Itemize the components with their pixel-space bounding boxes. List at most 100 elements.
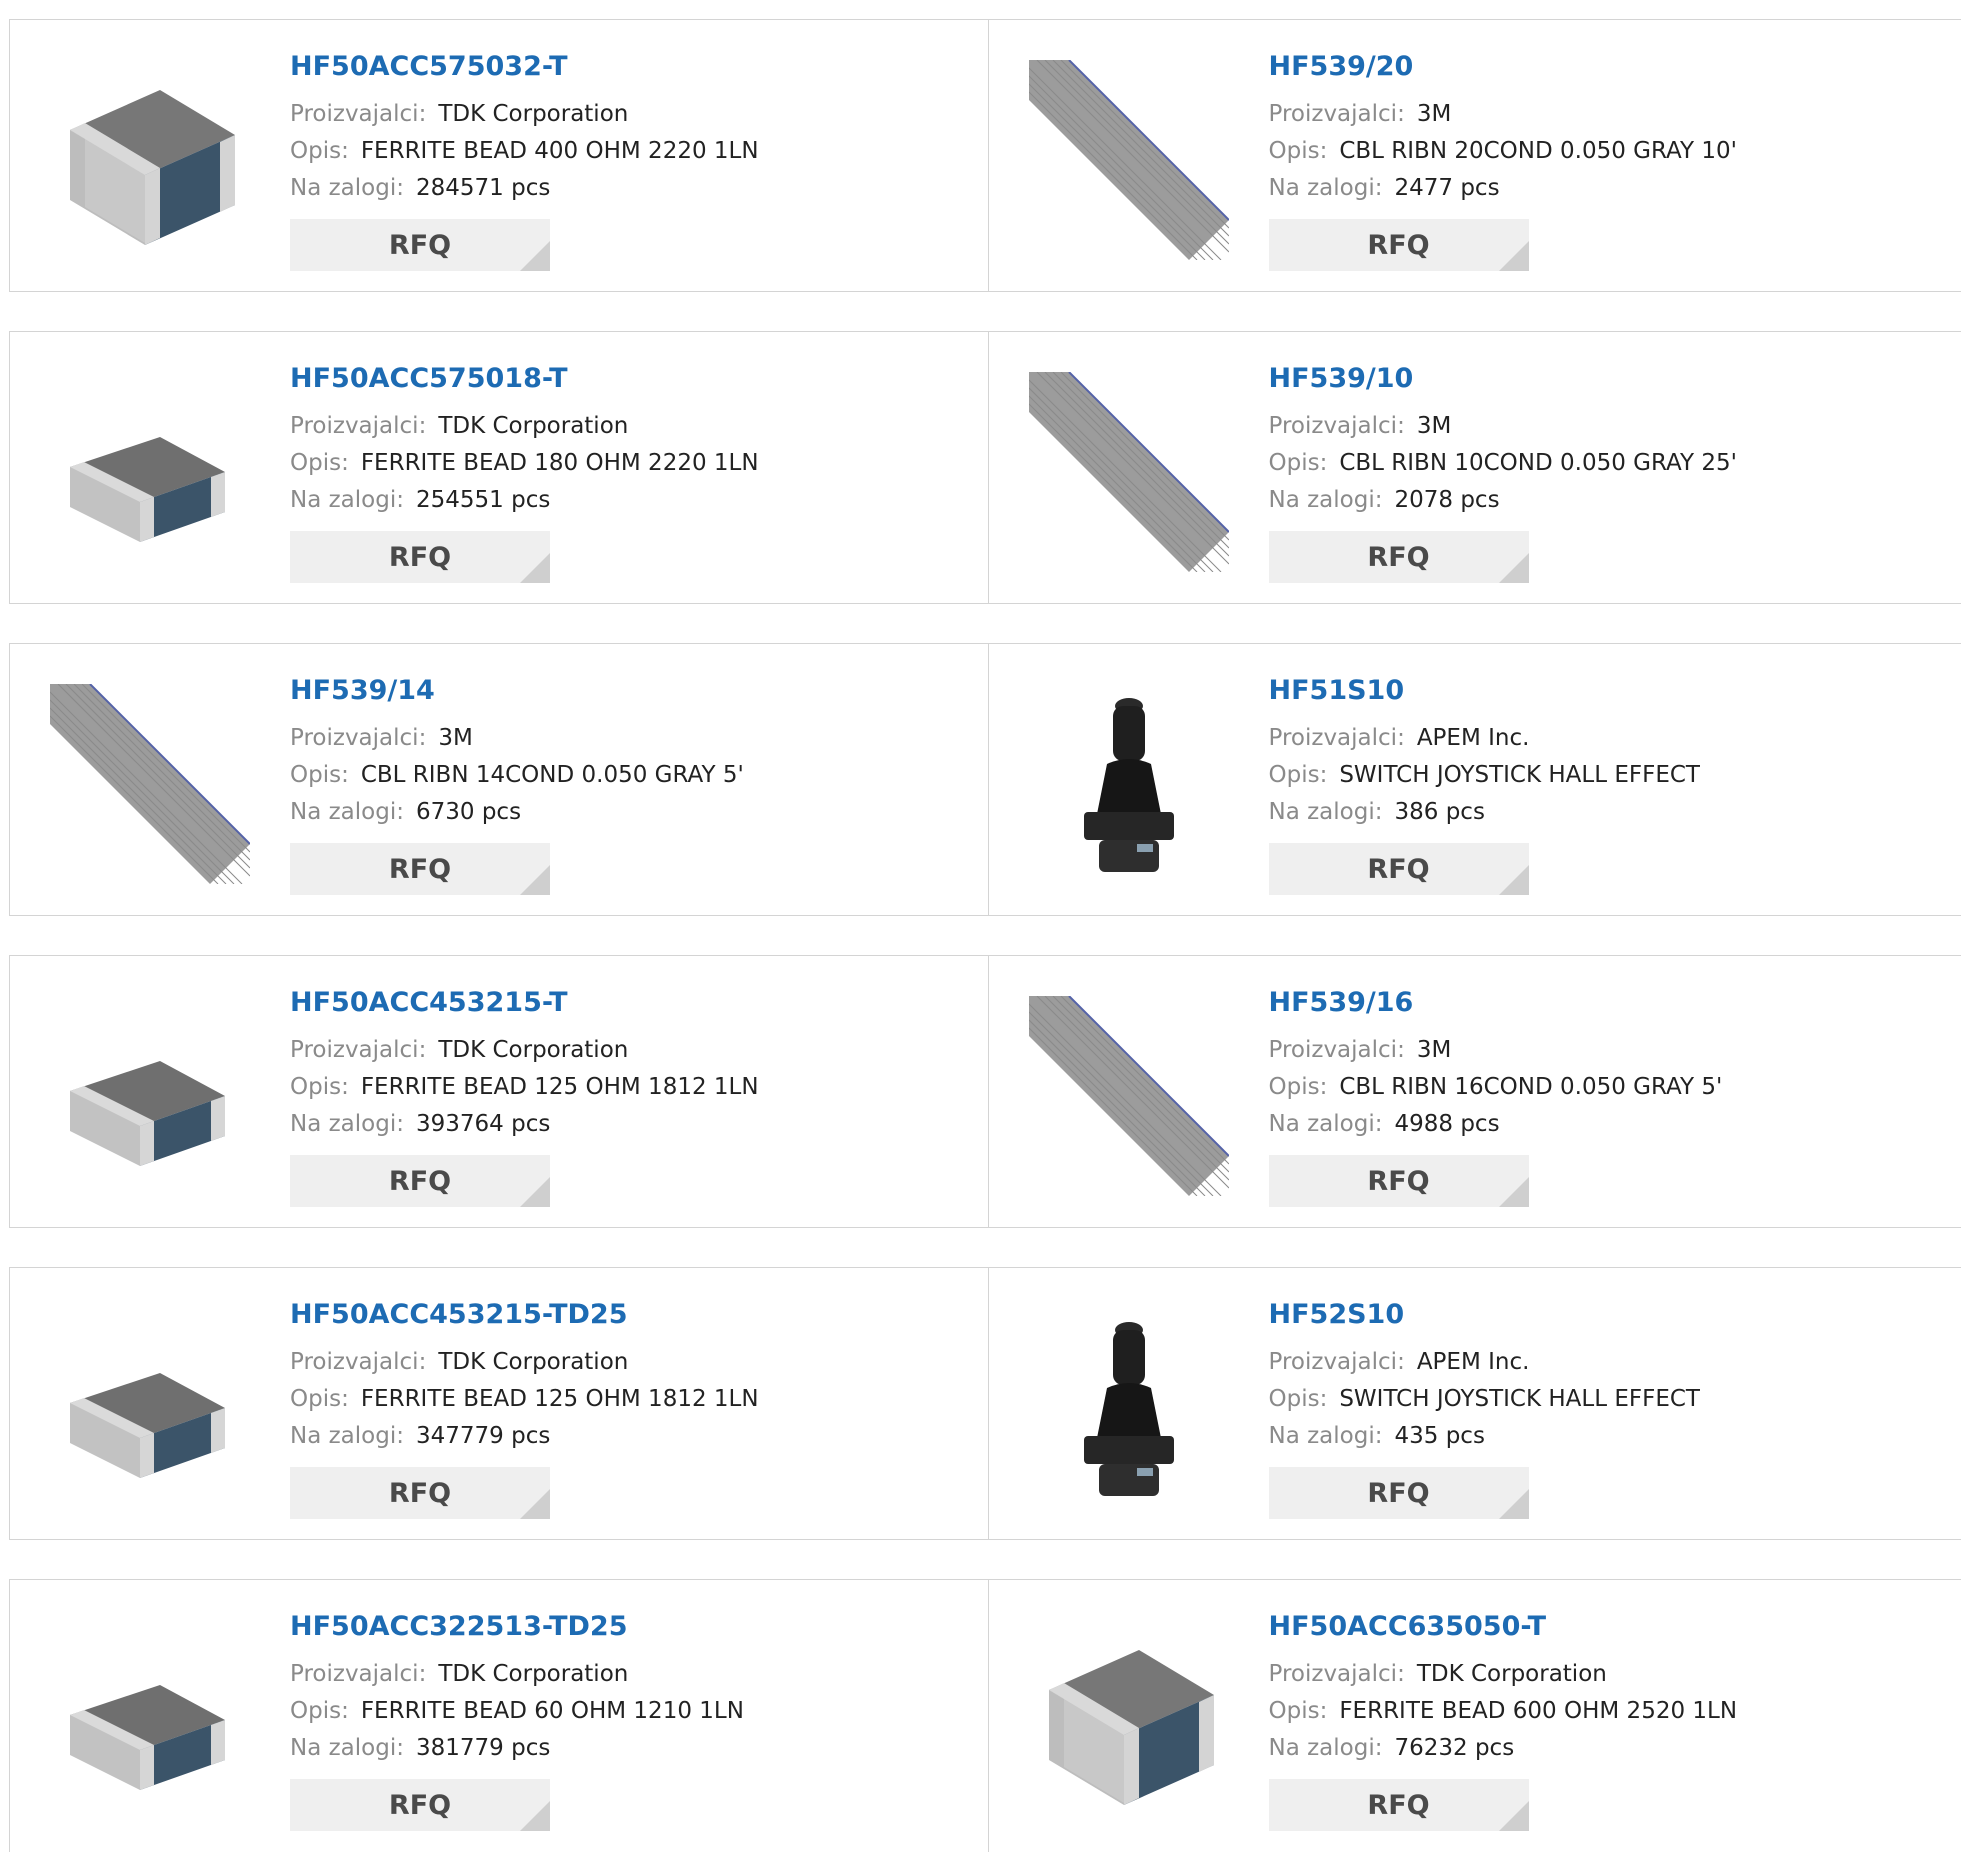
product-card: HF50ACC575018-T Proizvajalci:TDK Corpora… <box>10 332 988 603</box>
corner-triangle-icon <box>1499 241 1529 271</box>
stock-line: Na zalogi:347779 pcs <box>290 1418 759 1455</box>
description-value: FERRITE BEAD 600 OHM 2520 1LN <box>1339 1698 1737 1724</box>
description-label: Opis: <box>290 138 349 164</box>
product-title-link[interactable]: HF50ACC635050-T <box>1269 1608 1738 1646</box>
corner-triangle-icon <box>1499 1489 1529 1519</box>
product-card: HF50ACC575032-T Proizvajalci:TDK Corpora… <box>10 20 988 291</box>
product-title-link[interactable]: HF50ACC322513-TD25 <box>290 1608 744 1646</box>
rfq-button[interactable]: RFQ <box>290 1779 550 1831</box>
rfq-button[interactable]: RFQ <box>290 531 550 583</box>
stock-line: Na zalogi:4988 pcs <box>1269 1106 1723 1143</box>
product-image[interactable] <box>50 1620 250 1820</box>
stock-label: Na zalogi: <box>1269 487 1383 513</box>
corner-triangle-icon <box>1499 1801 1529 1831</box>
product-title-link[interactable]: HF539/14 <box>290 672 744 710</box>
stock-line: Na zalogi:6730 pcs <box>290 794 744 831</box>
product-title-link[interactable]: HF539/16 <box>1269 984 1723 1022</box>
manufacturer-label: Proizvajalci: <box>290 1661 426 1687</box>
stock-label: Na zalogi: <box>290 1735 404 1761</box>
product-image[interactable] <box>50 372 250 572</box>
manufacturer-value: 3M <box>1417 1037 1451 1063</box>
rfq-label: RFQ <box>389 1166 451 1197</box>
product-info: HF50ACC453215-T Proizvajalci:TDK Corpora… <box>290 984 759 1207</box>
product-card: HF50ACC453215-T Proizvajalci:TDK Corpora… <box>10 956 988 1227</box>
manufacturer-value: APEM Inc. <box>1417 725 1530 751</box>
manufacturer-line: Proizvajalci:TDK Corporation <box>290 96 759 133</box>
product-title-link[interactable]: HF52S10 <box>1269 1296 1700 1334</box>
product-title-link[interactable]: HF50ACC575032-T <box>290 48 759 86</box>
rfq-button[interactable]: RFQ <box>1269 531 1529 583</box>
product-image[interactable] <box>50 1308 250 1508</box>
product-info: HF539/20 Proizvajalci:3M Opis:CBL RIBN 2… <box>1269 48 1737 271</box>
stock-value: 386 pcs <box>1394 799 1484 825</box>
stock-label: Na zalogi: <box>1269 1423 1383 1449</box>
product-image[interactable] <box>1029 1620 1229 1820</box>
rfq-button[interactable]: RFQ <box>290 219 550 271</box>
product-image[interactable] <box>1029 60 1229 260</box>
rfq-button[interactable]: RFQ <box>1269 1467 1529 1519</box>
description-line: Opis:CBL RIBN 10COND 0.050 GRAY 25' <box>1269 445 1737 482</box>
manufacturer-line: Proizvajalci: TDK Corporation <box>290 1656 744 1693</box>
product-image[interactable] <box>50 684 250 884</box>
rfq-label: RFQ <box>1367 854 1429 885</box>
manufacturer-line: Proizvajalci:3M <box>1269 1032 1723 1069</box>
manufacturer-line: Proizvajalci:TDK Corporation <box>290 1032 759 1069</box>
product-card: HF50ACC635050-T Proizvajalci:TDK Corpora… <box>988 1580 1961 1852</box>
stock-value: 254551 pcs <box>416 487 550 513</box>
manufacturer-value: TDK Corporation <box>438 413 628 439</box>
description-line: Opis:CBL RIBN 16COND 0.050 GRAY 5' <box>1269 1069 1723 1106</box>
product-card: HF539/16 Proizvajalci:3M Opis:CBL RIBN 1… <box>988 956 1961 1227</box>
product-info: HF50ACC322513-TD25 Proizvajalci: TDK Corp… <box>290 1608 744 1831</box>
manufacturer-value: 3M <box>438 725 472 751</box>
product-image[interactable] <box>1029 684 1229 884</box>
product-image[interactable] <box>1029 996 1229 1196</box>
description-label: Opis: <box>290 1074 349 1100</box>
stock-label: Na zalogi: <box>290 175 404 201</box>
product-title-link[interactable]: HF50ACC453215-TD25 <box>290 1296 759 1334</box>
product-info: HF52S10 Proizvajalci:APEM Inc. Opis:SWIT… <box>1269 1296 1700 1519</box>
product-title-link[interactable]: HF539/20 <box>1269 48 1737 86</box>
description-value: CBL RIBN 10COND 0.050 GRAY 25' <box>1339 450 1737 476</box>
description-value: FERRITE BEAD 60 OHM 1210 1LN <box>361 1698 744 1724</box>
stock-value: 76232 pcs <box>1394 1735 1514 1761</box>
rfq-label: RFQ <box>389 1478 451 1509</box>
stock-line: Na zalogi:284571 pcs <box>290 170 759 207</box>
rfq-label: RFQ <box>1367 542 1429 573</box>
description-line: Opis:CBL RIBN 20COND 0.050 GRAY 10' <box>1269 133 1737 170</box>
corner-triangle-icon <box>520 553 550 583</box>
product-image[interactable] <box>1029 372 1229 572</box>
product-title-link[interactable]: HF539/10 <box>1269 360 1737 398</box>
manufacturer-label: Proizvajalci: <box>290 101 426 127</box>
product-title-link[interactable]: HF50ACC575018-T <box>290 360 759 398</box>
rfq-button[interactable]: RFQ <box>1269 1779 1529 1831</box>
product-image[interactable] <box>50 996 250 1196</box>
manufacturer-value: 3M <box>1417 101 1451 127</box>
product-title-link[interactable]: HF51S10 <box>1269 672 1700 710</box>
stock-label: Na zalogi: <box>290 1111 404 1137</box>
rfq-button[interactable]: RFQ <box>1269 1155 1529 1207</box>
description-value: FERRITE BEAD 400 OHM 2220 1LN <box>361 138 759 164</box>
description-label: Opis: <box>1269 1386 1328 1412</box>
rfq-label: RFQ <box>1367 1166 1429 1197</box>
rfq-button[interactable]: RFQ <box>1269 219 1529 271</box>
description-value: CBL RIBN 16COND 0.050 GRAY 5' <box>1339 1074 1722 1100</box>
rfq-button[interactable]: RFQ <box>1269 843 1529 895</box>
manufacturer-value: TDK Corporation <box>438 1037 628 1063</box>
description-value: FERRITE BEAD 180 OHM 2220 1LN <box>361 450 759 476</box>
description-label: Opis: <box>290 1386 349 1412</box>
product-title-link[interactable]: HF50ACC453215-T <box>290 984 759 1022</box>
rfq-button[interactable]: RFQ <box>290 1155 550 1207</box>
rfq-button[interactable]: RFQ <box>290 843 550 895</box>
stock-value: 2477 pcs <box>1394 175 1499 201</box>
rfq-label: RFQ <box>389 854 451 885</box>
product-image[interactable] <box>1029 1308 1229 1508</box>
description-value: CBL RIBN 20COND 0.050 GRAY 10' <box>1339 138 1737 164</box>
stock-line: Na zalogi:381779 pcs <box>290 1730 744 1767</box>
description-line: Opis: FERRITE BEAD 400 OHM 2220 1LN <box>290 133 759 170</box>
manufacturer-value: TDK Corporation <box>438 1661 628 1687</box>
description-label: Opis: <box>1269 1698 1328 1724</box>
corner-triangle-icon <box>1499 553 1529 583</box>
product-image[interactable] <box>50 60 250 260</box>
rfq-button[interactable]: RFQ <box>290 1467 550 1519</box>
stock-label: Na zalogi: <box>1269 175 1383 201</box>
